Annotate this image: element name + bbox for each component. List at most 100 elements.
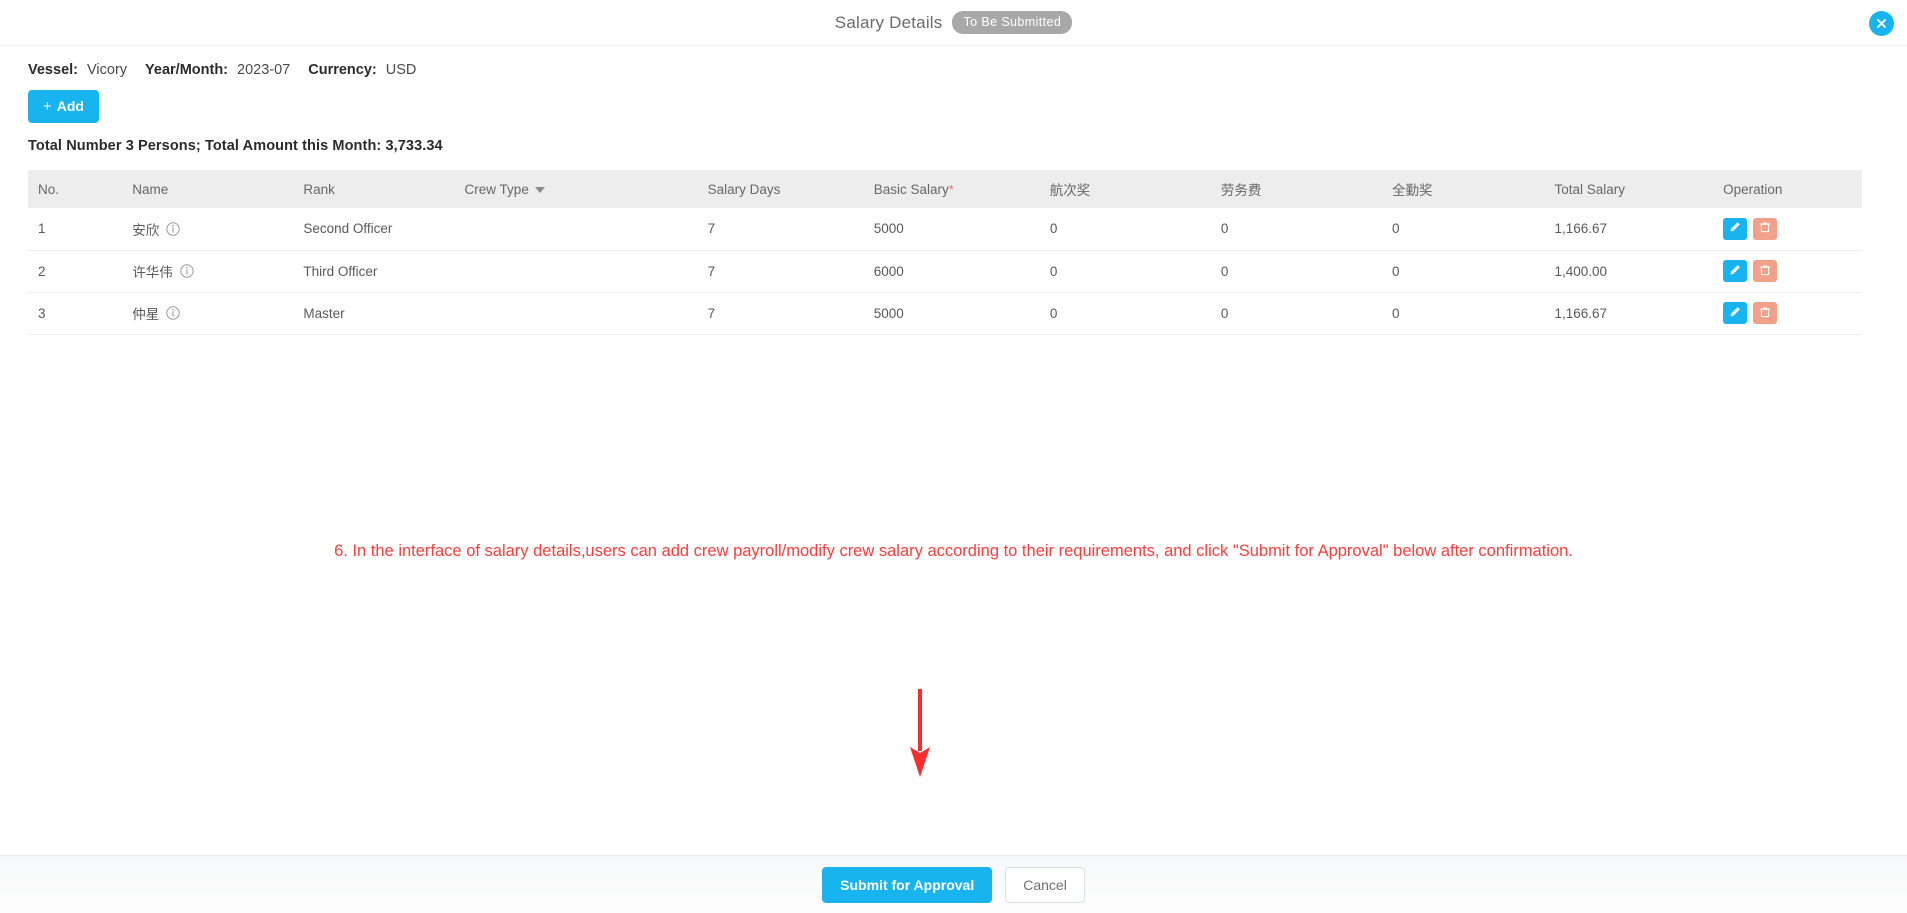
cell-operation xyxy=(1713,250,1862,293)
info-icon[interactable] xyxy=(166,222,180,236)
cell-rank: Second Officer xyxy=(293,208,455,251)
salary-details-dialog: Salary Details To Be Submitted Vessel: V… xyxy=(0,0,1907,913)
col-label-labor-fee: 劳务费 xyxy=(1220,183,1262,198)
total-salary: 1,400.00 xyxy=(1554,263,1608,279)
col-header-no: No. xyxy=(28,170,123,208)
edit-row-button[interactable] xyxy=(1723,260,1748,282)
labor-fee: 0 xyxy=(1220,263,1229,279)
delete-row-button[interactable] xyxy=(1753,260,1778,282)
salary-table: No. Name Rank Crew Type Salary Days Basi… xyxy=(28,170,1862,335)
cell-voyage-bonus: 0 xyxy=(1039,250,1211,293)
col-label-rank: Rank xyxy=(303,181,335,197)
delete-row-button[interactable] xyxy=(1753,302,1778,324)
add-button-label: Add xyxy=(56,98,84,114)
salary-days: 7 xyxy=(707,263,716,279)
total-salary: 1,166.67 xyxy=(1554,221,1608,237)
toolbar: + Add xyxy=(0,78,1907,123)
col-header-total-salary: Total Salary xyxy=(1544,170,1714,208)
cell-crew-type xyxy=(454,250,698,293)
cancel-button[interactable]: Cancel xyxy=(1005,866,1085,903)
cell-salary-days: 7 xyxy=(697,250,864,293)
col-label-attendance-bonus: 全勤奖 xyxy=(1392,183,1433,198)
col-header-salary-days: Salary Days xyxy=(697,170,864,208)
basic-salary: 5000 xyxy=(873,221,904,237)
dialog-body: Vessel: Vicory Year/Month: 2023-07 Curre… xyxy=(0,46,1907,855)
status-badge: To Be Submitted xyxy=(952,11,1073,34)
labor-fee: 0 xyxy=(1220,305,1229,321)
labor-fee: 0 xyxy=(1220,221,1229,237)
cell-no: 2 xyxy=(28,250,123,293)
col-label-voyage-bonus: 航次奖 xyxy=(1049,183,1091,198)
cell-total-salary: 1,166.67 xyxy=(1544,292,1714,335)
vessel-label: Vessel: xyxy=(28,62,78,78)
cell-crew-type xyxy=(454,292,698,335)
col-header-attendance-bonus: 全勤奖 xyxy=(1382,170,1545,208)
page-title: Salary Details xyxy=(834,12,943,32)
basic-salary: 5000 xyxy=(873,305,904,321)
close-button[interactable] xyxy=(1869,11,1894,36)
pencil-icon xyxy=(1729,221,1741,236)
edit-row-button[interactable] xyxy=(1723,217,1748,240)
col-label-total-salary: Total Salary xyxy=(1554,181,1626,197)
cell-name: 许华伟 xyxy=(122,250,294,293)
cell-labor-fee: 0 xyxy=(1210,250,1383,293)
arrow-annotation-icon xyxy=(910,689,930,777)
row-no: 2 xyxy=(38,263,46,279)
cell-operation xyxy=(1713,208,1862,251)
attendance-bonus: 0 xyxy=(1392,305,1400,321)
cell-operation xyxy=(1713,292,1862,335)
salary-table-wrapper: No. Name Rank Crew Type Salary Days Basi… xyxy=(28,170,1862,335)
voyage-bonus: 0 xyxy=(1049,263,1058,279)
voyage-bonus: 0 xyxy=(1049,305,1058,321)
col-header-voyage-bonus: 航次奖 xyxy=(1039,170,1211,208)
trash-icon xyxy=(1759,264,1771,279)
col-header-crew-type[interactable]: Crew Type xyxy=(454,170,698,208)
cell-basic-salary: 5000 xyxy=(863,292,1040,335)
dialog-titlebar: Salary Details To Be Submitted xyxy=(0,0,1907,46)
cell-attendance-bonus: 0 xyxy=(1382,250,1545,293)
col-label-operation: Operation xyxy=(1723,181,1783,197)
dialog-footer: Submit for Approval Cancel xyxy=(0,855,1907,913)
info-icon[interactable] xyxy=(166,306,180,320)
col-label-crew-type: Crew Type xyxy=(464,181,529,197)
col-header-basic-salary: Basic Salary* xyxy=(863,170,1040,208)
info-icon[interactable] xyxy=(180,264,194,278)
totals-summary: Total Number 3 Persons; Total Amount thi… xyxy=(28,138,443,154)
col-header-rank: Rank xyxy=(293,170,455,208)
crew-rank: Master xyxy=(303,305,345,321)
add-button[interactable]: + Add xyxy=(28,90,99,123)
table-header-row: No. Name Rank Crew Type Salary Days Basi… xyxy=(28,170,1862,208)
edit-row-button[interactable] xyxy=(1723,302,1748,324)
table-row: 1 安欣 Second Officer 7 5000 0 0 0 1,166.67 xyxy=(28,208,1862,251)
basic-salary: 6000 xyxy=(873,263,904,279)
cell-rank: Master xyxy=(293,292,455,335)
pencil-icon xyxy=(1729,306,1741,321)
table-body: 1 安欣 Second Officer 7 5000 0 0 0 1,166.67 2 许华伟 Thi… xyxy=(28,208,1862,335)
row-no: 1 xyxy=(38,221,46,237)
close-icon xyxy=(1875,17,1888,30)
cell-crew-type xyxy=(454,208,698,251)
cell-voyage-bonus: 0 xyxy=(1039,208,1211,251)
cell-attendance-bonus: 0 xyxy=(1382,292,1545,335)
crew-name: 安欣 xyxy=(132,222,160,238)
table-row: 3 仲星 Master 7 5000 0 0 0 1,166.67 xyxy=(28,292,1862,335)
cell-salary-days: 7 xyxy=(697,292,864,335)
col-label-no: No. xyxy=(38,181,60,197)
instruction-annotation: 6. In the interface of salary details,us… xyxy=(334,542,1573,560)
col-header-labor-fee: 劳务费 xyxy=(1210,170,1383,208)
currency-label: Currency: xyxy=(308,62,377,78)
cell-total-salary: 1,166.67 xyxy=(1544,208,1714,251)
salary-days: 7 xyxy=(707,305,716,321)
trash-icon xyxy=(1759,221,1771,236)
cell-labor-fee: 0 xyxy=(1210,292,1383,335)
col-label-name: Name xyxy=(132,181,169,197)
attendance-bonus: 0 xyxy=(1392,263,1400,279)
title-group: Salary Details To Be Submitted xyxy=(834,11,1073,34)
delete-row-button[interactable] xyxy=(1753,217,1778,240)
submit-for-approval-button[interactable]: Submit for Approval xyxy=(822,866,993,903)
cell-attendance-bonus: 0 xyxy=(1382,208,1545,251)
cell-labor-fee: 0 xyxy=(1210,208,1383,251)
chevron-down-icon[interactable] xyxy=(534,186,545,193)
col-label-salary-days: Salary Days xyxy=(707,181,781,197)
row-no: 3 xyxy=(38,305,46,321)
